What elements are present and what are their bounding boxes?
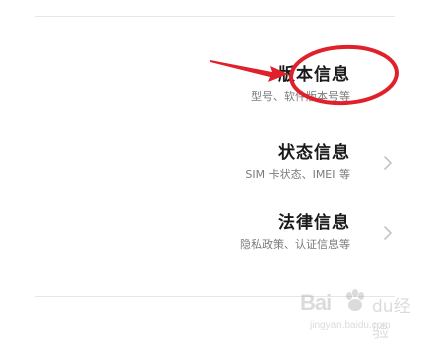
paw-logo-icon [346,289,364,311]
watermark-url: jingyan.baidu.com [310,320,391,331]
about-phone-screen: 版本信息 型号、软件版本号等 状态信息 SIM 卡状态、IMEI 等 法律信息 … [0,0,425,346]
settings-item-status-info[interactable]: 状态信息 SIM 卡状态、IMEI 等 [35,138,395,198]
settings-item-subtitle: SIM 卡状态、IMEI 等 [245,168,350,181]
settings-item-legal-info[interactable]: 法律信息 隐私政策、认证信息等 [35,208,395,268]
chevron-right-icon [384,156,392,170]
baidu-jingyan-watermark: Bai du经验 jingyan.baidu.com [300,286,420,342]
chevron-right-icon [384,226,392,240]
watermark-text: du经验 [372,297,411,342]
settings-item-title: 法律信息 [278,213,350,233]
watermark-brand: Bai [300,290,332,315]
settings-item-subtitle: 隐私政策、认证信息等 [240,238,350,251]
settings-item-title: 状态信息 [278,143,350,163]
annotation-circle-icon [289,44,399,106]
annotation-arrow-icon [210,60,288,82]
top-divider [35,16,395,17]
